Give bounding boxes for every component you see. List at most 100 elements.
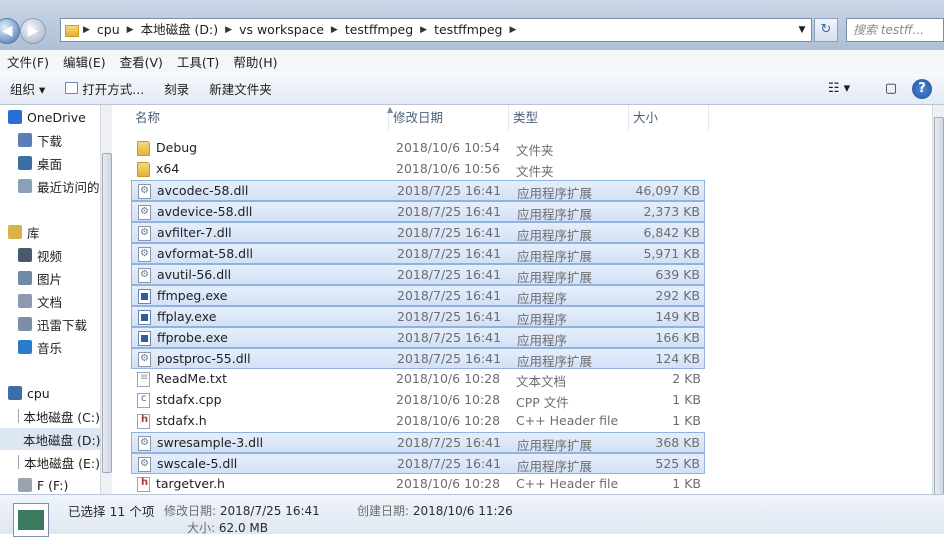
chevron-right-icon[interactable]: ▶ <box>83 25 90 35</box>
sidebar-item[interactable]: 本地磁盘 (C:) <box>0 405 100 427</box>
menu-edit[interactable]: 编辑(E) <box>56 52 113 71</box>
scroll-thumb[interactable] <box>934 117 944 495</box>
preview-pane-icon[interactable]: ▢ <box>878 78 904 100</box>
sidebar-item[interactable]: 库 <box>0 221 100 243</box>
sidebar-item[interactable]: OneDrive <box>0 106 100 128</box>
dll-icon <box>138 436 151 451</box>
file-date: 2018/7/25 16:41 <box>397 456 501 471</box>
file-row[interactable]: x642018/10/6 10:56文件夹 <box>131 159 705 180</box>
file-name: ffmpeg.exe <box>157 288 228 303</box>
breadcrumb-segment[interactable]: 本地磁盘 (D:) <box>134 19 226 41</box>
sidebar-item[interactable]: F (F:) <box>0 474 100 494</box>
navigation-scrollbar[interactable] <box>100 105 112 494</box>
file-row[interactable]: swscale-5.dll2018/7/25 16:41应用程序扩展525 KB <box>131 453 705 474</box>
file-thumbnail <box>13 503 49 537</box>
file-row[interactable]: ffmpeg.exe2018/7/25 16:41应用程序292 KB <box>131 285 705 306</box>
file-row[interactable]: avfilter-7.dll2018/7/25 16:41应用程序扩展6,842… <box>131 222 705 243</box>
organize-label: 组织 ▾ <box>10 79 45 98</box>
sidebar-item[interactable]: 视频 <box>0 244 100 266</box>
title-bar: ◀ ▶ ▶ cpu ▶ 本地磁盘 (D:) ▶ vs workspace ▶ t… <box>0 0 944 50</box>
column-header: 名称 ▲ 修改日期 类型 大小 <box>131 105 711 131</box>
menu-tools[interactable]: 工具(T) <box>170 52 226 71</box>
sidebar-item[interactable]: 本地磁盘 (D:) <box>0 428 100 450</box>
sidebar-item[interactable]: 桌面 <box>0 152 100 174</box>
file-type: 应用程序扩展 <box>517 351 592 370</box>
sidebar-item-label: 视频 <box>37 246 62 265</box>
sidebar-item[interactable]: 文档 <box>0 290 100 312</box>
file-row[interactable]: avdevice-58.dll2018/7/25 16:41应用程序扩展2,37… <box>131 201 705 222</box>
open-with-button[interactable]: 打开方式... <box>55 72 154 105</box>
file-date: 2018/7/25 16:41 <box>397 183 501 198</box>
dll-icon <box>138 352 151 367</box>
scroll-thumb[interactable] <box>102 153 112 473</box>
drive-icon <box>18 455 19 469</box>
file-size: 149 KB <box>655 309 700 324</box>
modified-value: 2018/7/25 16:41 <box>220 504 320 518</box>
file-row[interactable]: targetver.h2018/10/6 10:28C++ Header fil… <box>131 474 705 495</box>
forward-button[interactable]: ▶ <box>20 18 46 44</box>
address-bar[interactable]: ▶ cpu ▶ 本地磁盘 (D:) ▶ vs workspace ▶ testf… <box>60 18 812 42</box>
file-size: 6,842 KB <box>643 225 700 240</box>
sidebar-item[interactable]: 本地磁盘 (E:) <box>0 451 100 473</box>
file-list-scrollbar[interactable] <box>932 105 944 494</box>
back-button[interactable]: ◀ <box>0 18 20 44</box>
file-type: 文本文档 <box>516 371 566 390</box>
sidebar-item-label: 最近访问的 <box>37 177 100 196</box>
search-input[interactable]: 搜索 testff... <box>846 18 944 42</box>
column-size[interactable]: 大小 <box>629 105 709 131</box>
menu-help[interactable]: 帮助(H) <box>226 52 284 71</box>
file-row[interactable]: ffprobe.exe2018/7/25 16:41应用程序166 KB <box>131 327 705 348</box>
sidebar-item[interactable]: 最近访问的 <box>0 175 100 197</box>
command-toolbar: 组织 ▾ 打开方式... 刻录 新建文件夹 ☷ ▾ ▢ ? <box>0 72 944 105</box>
cloud-icon <box>8 110 22 124</box>
file-row[interactable]: avutil-56.dll2018/7/25 16:41应用程序扩展639 KB <box>131 264 705 285</box>
file-date: 2018/10/6 10:28 <box>396 476 500 491</box>
breadcrumb-segment[interactable]: vs workspace <box>232 19 331 41</box>
chevron-right-icon[interactable]: ▶ <box>509 25 516 35</box>
sidebar-item[interactable]: 下载 <box>0 129 100 151</box>
dll-icon <box>138 184 151 199</box>
sidebar-item-label: 桌面 <box>37 154 62 173</box>
organize-button[interactable]: 组织 ▾ <box>0 72 55 105</box>
file-type: C++ Header file <box>516 413 618 428</box>
file-row[interactable]: swresample-3.dll2018/7/25 16:41应用程序扩展368… <box>131 432 705 453</box>
file-row[interactable]: avformat-58.dll2018/7/25 16:41应用程序扩展5,97… <box>131 243 705 264</box>
column-type[interactable]: 类型 <box>509 105 629 131</box>
help-icon[interactable]: ? <box>912 79 932 99</box>
sidebar-item[interactable]: 图片 <box>0 267 100 289</box>
breadcrumb-segment[interactable]: testffmpeg <box>338 19 420 41</box>
file-row[interactable]: avcodec-58.dll2018/7/25 16:41应用程序扩展46,09… <box>131 180 705 201</box>
file-date: 2018/7/25 16:41 <box>397 351 501 366</box>
view-options-icon[interactable]: ☷ ▾ <box>826 78 852 100</box>
column-date[interactable]: 修改日期 <box>389 105 509 131</box>
chevron-right-icon[interactable]: ▶ <box>127 25 134 35</box>
file-row[interactable]: stdafx.cpp2018/10/6 10:28CPP 文件1 KB <box>131 390 705 411</box>
file-row[interactable]: Debug2018/10/6 10:54文件夹 <box>131 138 705 159</box>
file-row[interactable]: postproc-55.dll2018/7/25 16:41应用程序扩展124 … <box>131 348 705 369</box>
video-icon <box>18 248 32 262</box>
file-name: swscale-5.dll <box>157 456 237 471</box>
sidebar-item[interactable]: 音乐 <box>0 336 100 358</box>
menu-view[interactable]: 查看(V) <box>113 52 170 71</box>
chevron-right-icon[interactable]: ▶ <box>331 25 338 35</box>
breadcrumb-segment[interactable]: cpu <box>90 19 127 41</box>
burn-button[interactable]: 刻录 <box>154 72 199 105</box>
sidebar-item-label: 本地磁盘 (E:) <box>24 453 100 472</box>
file-row[interactable]: stdafx.h2018/10/6 10:28C++ Header file1 … <box>131 411 705 432</box>
sidebar-item-label: 库 <box>27 223 40 242</box>
sidebar-item-label: OneDrive <box>27 110 86 125</box>
refresh-button[interactable]: ↻ <box>814 18 838 42</box>
file-row[interactable]: ReadMe.txt2018/10/6 10:28文本文档2 KB <box>131 369 705 390</box>
file-type: 文件夹 <box>516 161 554 180</box>
sidebar-item[interactable]: 迅雷下载 <box>0 313 100 335</box>
column-name[interactable]: 名称 <box>131 105 389 131</box>
sidebar-item[interactable]: cpu <box>0 382 100 404</box>
file-row[interactable]: ffplay.exe2018/7/25 16:41应用程序149 KB <box>131 306 705 327</box>
chevron-down-icon[interactable]: ▼ <box>795 19 809 41</box>
menu-file[interactable]: 文件(F) <box>0 52 56 71</box>
breadcrumb-segment[interactable]: testffmpeg <box>427 19 509 41</box>
chevron-right-icon[interactable]: ▶ <box>420 25 427 35</box>
chevron-right-icon[interactable]: ▶ <box>225 25 232 35</box>
new-folder-button[interactable]: 新建文件夹 <box>199 72 282 105</box>
file-date: 2018/10/6 10:28 <box>396 392 500 407</box>
